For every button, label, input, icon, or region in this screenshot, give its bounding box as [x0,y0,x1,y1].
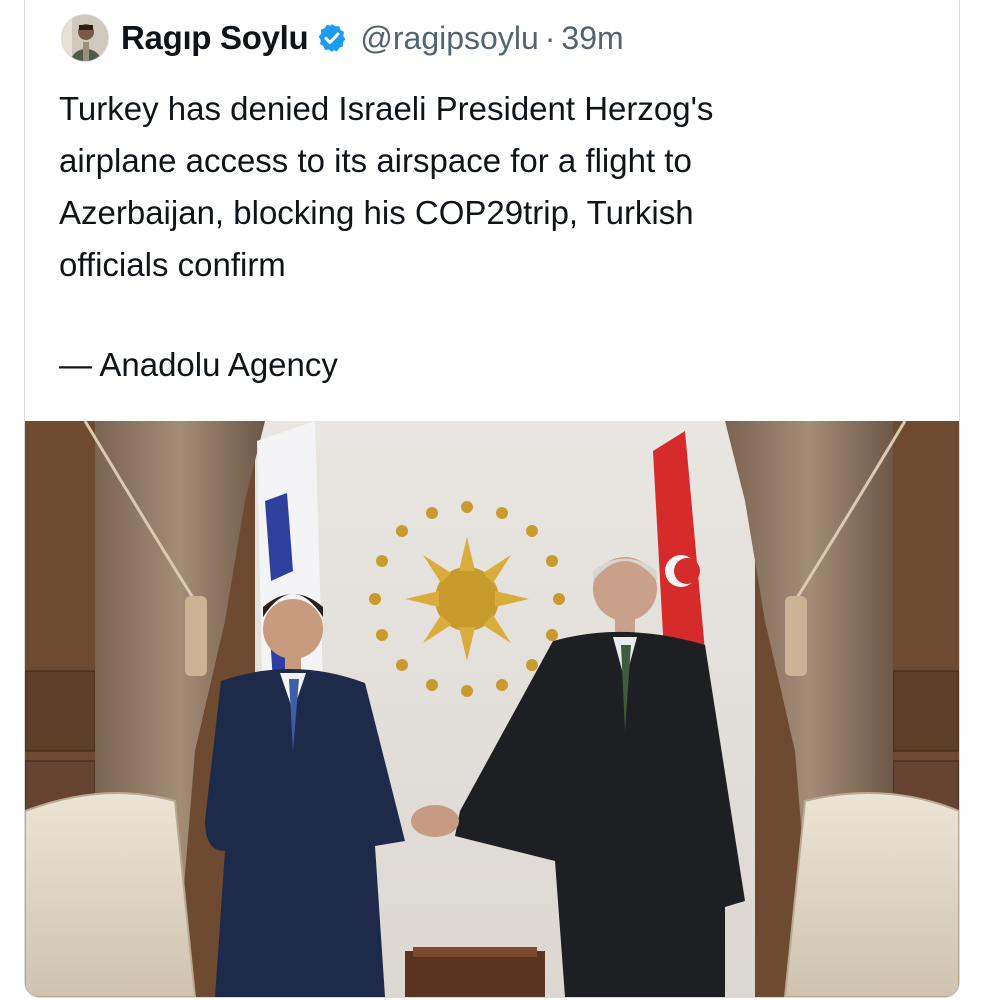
author-handle[interactable]: @ragipsoylu [360,20,538,57]
separator-dot: · [544,19,556,56]
tweet-photo[interactable] [25,421,959,997]
avatar[interactable] [61,14,109,62]
verified-badge-icon [316,22,348,54]
tweet-card[interactable]: Ragıp Soylu @ragipsoylu · 39m Turkey has… [24,0,960,998]
tweet-header: Ragıp Soylu @ragipsoylu · 39m [61,11,624,65]
author-name[interactable]: Ragıp Soylu [121,19,309,57]
tweet-text: Turkey has denied Israeli President Herz… [59,90,714,283]
tweet-time[interactable]: 39m [561,20,623,57]
tweet-source: — Anadolu Agency [59,346,338,383]
